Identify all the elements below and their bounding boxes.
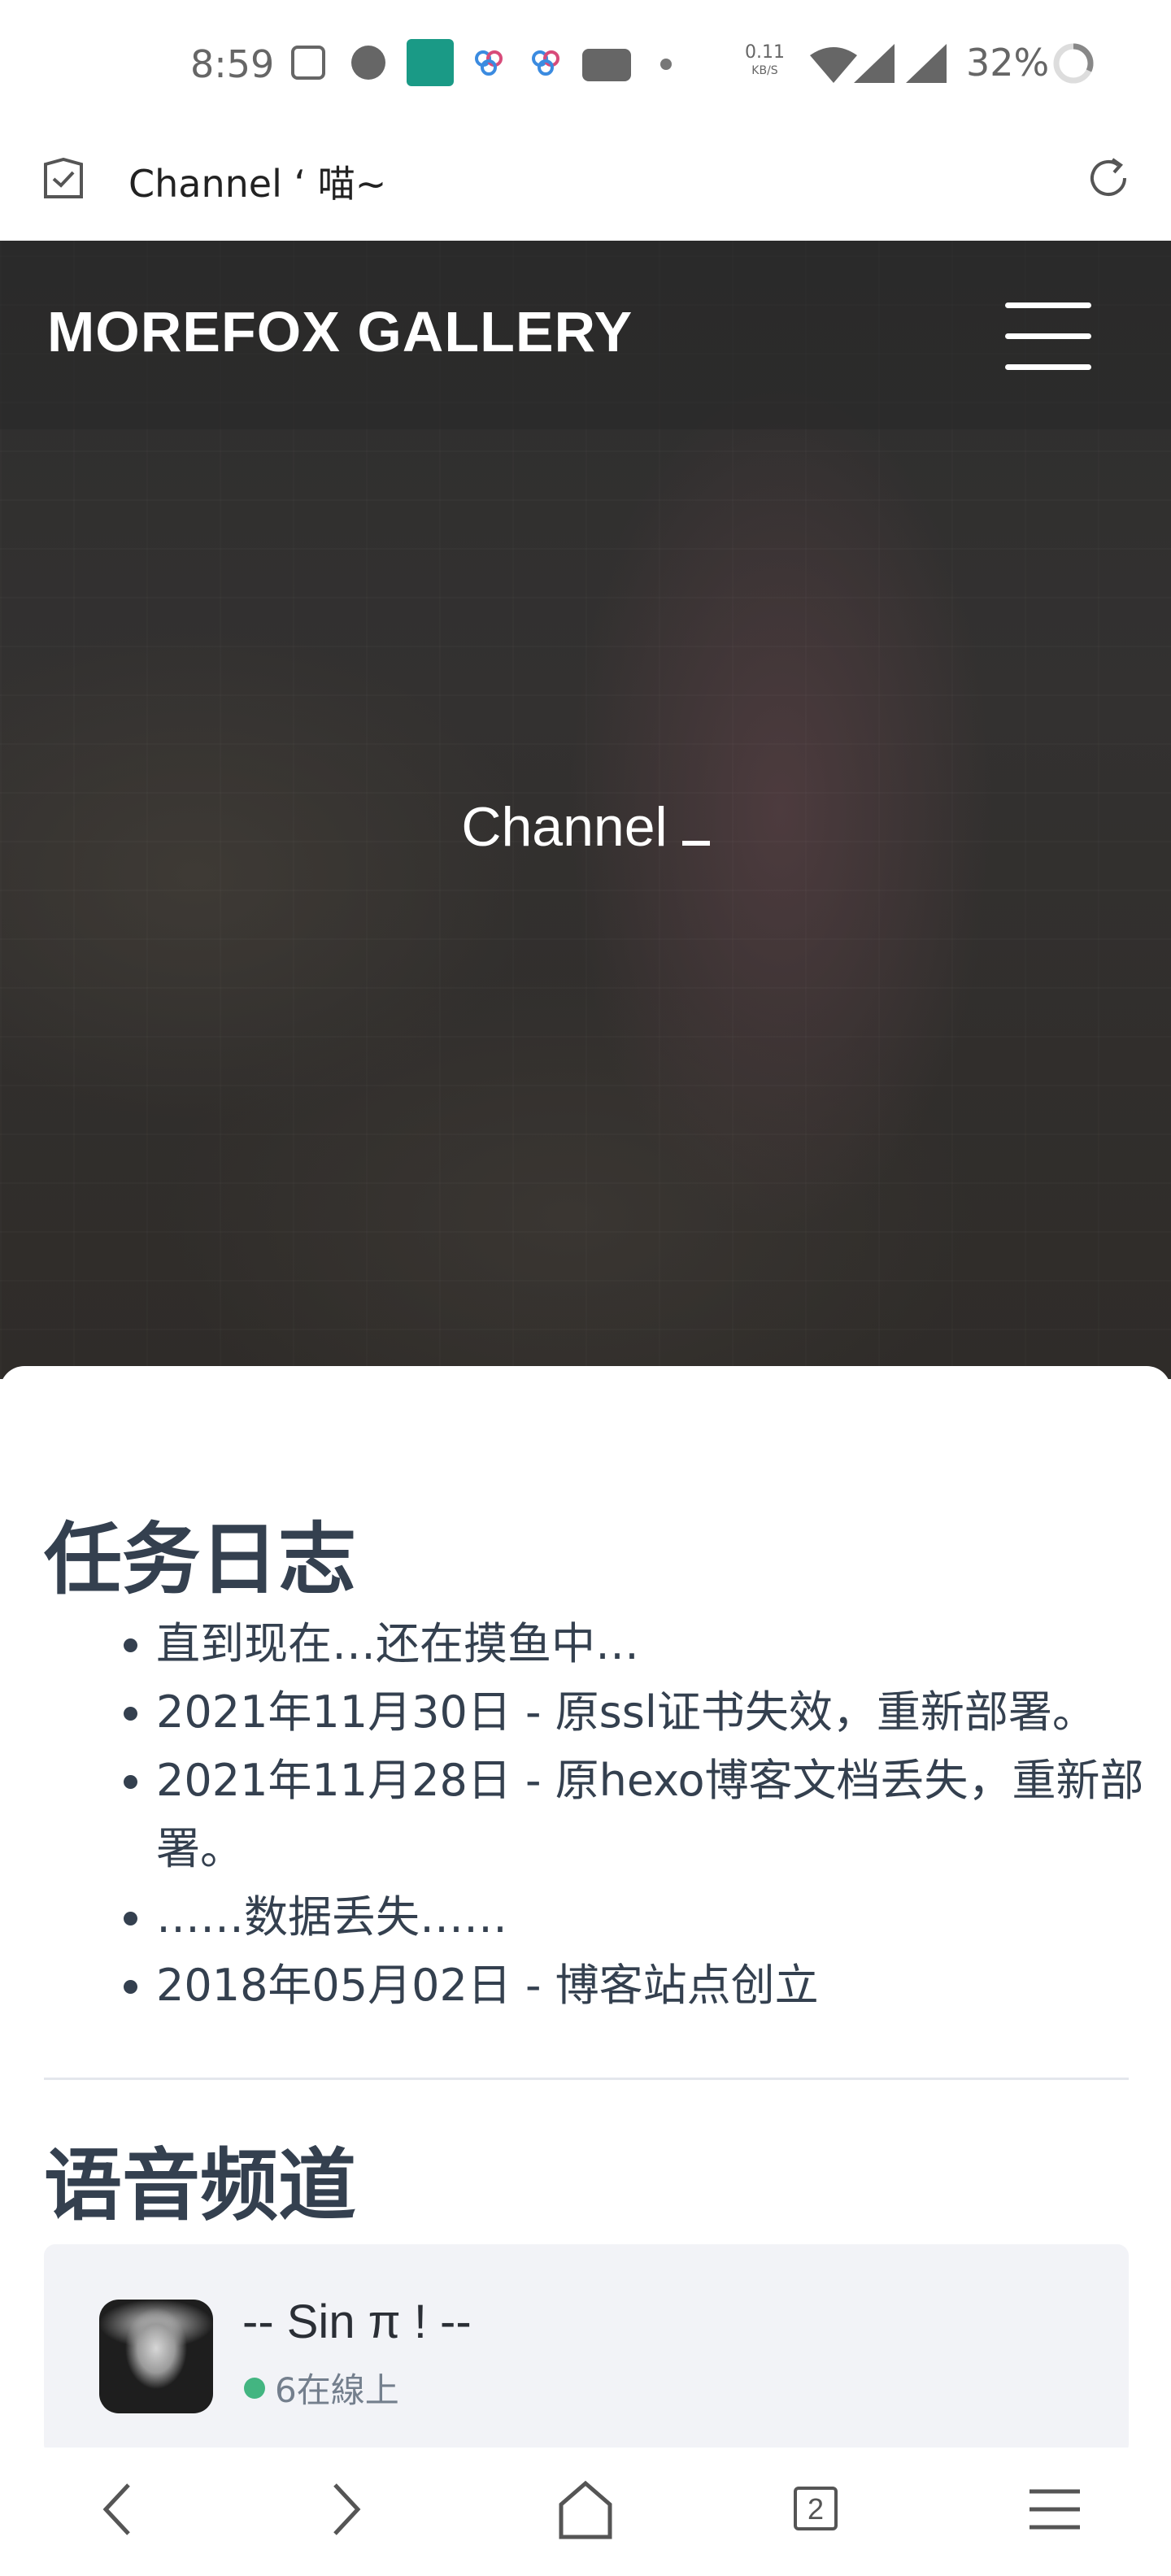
menu-icon[interactable] — [1026, 2477, 1083, 2542]
typing-cursor — [681, 841, 710, 846]
android-icon — [407, 39, 454, 86]
log-list: 直到现在…还在摸鱼中… 2021年11月30日 - 原ssl证书失效，重新部署。… — [114, 1610, 1156, 2020]
list-item: 2018年05月02日 - 博客站点创立 — [156, 1952, 1156, 2020]
address-title[interactable]: Channel ‘ 喵~ — [128, 154, 386, 208]
discord-widget[interactable]: -- Sin π ! -- 6在線上 — [44, 2244, 1129, 2456]
network-speed-value: 0.11 — [745, 42, 785, 63]
gmail-icon — [291, 46, 325, 80]
hero-title-text: Channel — [461, 796, 668, 858]
content-card: 任务日志 直到现在…还在摸鱼中… 2021年11月30日 - 原ssl证书失效，… — [0, 1366, 1171, 2456]
hamburger-menu-icon[interactable] — [1005, 302, 1091, 395]
message-icon — [351, 46, 385, 80]
wifi-icon — [810, 47, 857, 83]
online-status-dot — [244, 2378, 265, 2399]
battery-percent: 32% — [966, 41, 1050, 85]
app-icon — [532, 50, 559, 76]
network-speed: 0.11 KB/S — [745, 44, 785, 80]
log-section-title: 任务日志 — [44, 1514, 356, 1605]
online-count: 6在線上 — [275, 2370, 399, 2410]
tabs-icon[interactable]: 2 — [794, 2477, 838, 2530]
forward-icon[interactable] — [327, 2477, 368, 2542]
site-brand[interactable]: MOREFOX GALLERY — [47, 299, 633, 364]
tab-count[interactable]: 2 — [794, 2487, 838, 2530]
list-item: ……数据丢失…… — [156, 1883, 1156, 1952]
shield-icon[interactable] — [42, 158, 85, 203]
server-avatar[interactable] — [99, 2300, 213, 2413]
back-icon[interactable] — [96, 2477, 137, 2542]
server-name[interactable]: -- Sin π ! -- — [242, 2295, 472, 2349]
browser-bottom-nav: 2 — [0, 2448, 1171, 2576]
battery-ring-icon — [1053, 43, 1094, 84]
list-item: 直到现在…还在摸鱼中… — [156, 1610, 1156, 1678]
voice-section-title: 语音频道 — [44, 2140, 356, 2231]
reload-icon[interactable] — [1085, 154, 1132, 202]
network-speed-unit: KB/S — [751, 64, 778, 77]
list-item: 2021年11月30日 - 原ssl证书失效，重新部署。 — [156, 1678, 1156, 1747]
hero-title: Channel — [0, 795, 1171, 859]
address-bar: Channel ‘ 喵~ — [0, 130, 1171, 242]
status-bar: 8:59 0.11 KB/S 32% — [0, 0, 1171, 130]
signal-icon — [906, 44, 947, 83]
signal-icon — [854, 44, 895, 83]
list-item: 2021年11月28日 - 原hexo博客文档丢失，重新部署。 — [156, 1747, 1156, 1883]
status-time: 8:59 — [190, 42, 275, 86]
dot-icon — [660, 59, 672, 70]
divider — [44, 2078, 1129, 2080]
home-icon[interactable] — [556, 2477, 615, 2542]
app-icon — [475, 50, 503, 76]
youtube-icon — [582, 49, 631, 81]
site-navbar: MOREFOX GALLERY — [0, 241, 1171, 429]
